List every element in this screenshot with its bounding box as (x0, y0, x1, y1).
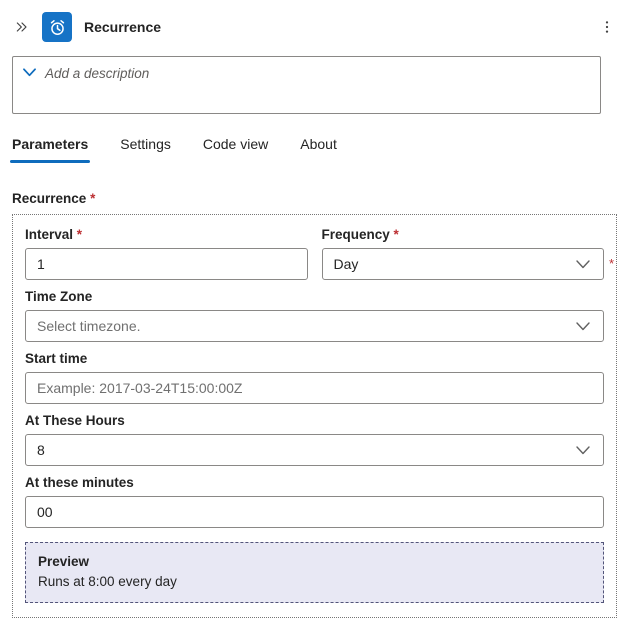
preview-card: Preview Runs at 8:00 every day (25, 542, 604, 603)
required-asterisk: * (394, 227, 399, 242)
tab-parameters[interactable]: Parameters (8, 128, 92, 163)
minutes-input[interactable] (25, 496, 604, 528)
interval-field: Interval * (25, 227, 308, 280)
ellipsis-vertical-icon (599, 19, 615, 35)
timezone-field: Time Zone Select timezone. (25, 289, 604, 342)
alarm-clock-icon (48, 18, 67, 37)
description-box[interactable]: Add a description (12, 56, 601, 114)
timezone-dropdown[interactable]: Select timezone. (25, 310, 604, 342)
tab-settings[interactable]: Settings (116, 128, 175, 163)
chevron-down-icon (576, 322, 590, 331)
preview-text: Runs at 8:00 every day (38, 572, 591, 592)
double-chevron-right-icon (14, 19, 30, 35)
required-asterisk: * (77, 227, 82, 242)
frequency-value: Day (334, 256, 359, 272)
frequency-dropdown[interactable]: Day (322, 248, 605, 280)
description-placeholder: Add a description (45, 65, 149, 81)
required-asterisk: * (90, 191, 95, 206)
frequency-label: Frequency * (322, 227, 605, 242)
recurrence-section-label: Recurrence * (12, 191, 617, 206)
hours-value: 8 (37, 442, 45, 458)
preview-title: Preview (38, 552, 591, 572)
timezone-placeholder: Select timezone. (37, 318, 141, 334)
minutes-field: At these minutes (25, 475, 604, 528)
chevron-down-icon (576, 260, 590, 269)
interval-frequency-row: Interval * Frequency * Day (25, 227, 604, 280)
start-time-field: Start time (25, 351, 604, 404)
required-asterisk: * (609, 256, 614, 271)
frequency-dropdown-wrap: Day * (322, 248, 605, 280)
interval-label: Interval * (25, 227, 308, 242)
action-title: Recurrence (84, 19, 161, 35)
start-time-label: Start time (25, 351, 604, 366)
hours-label: At These Hours (25, 413, 604, 428)
more-menu-button[interactable] (595, 15, 619, 39)
hours-dropdown[interactable]: 8 (25, 434, 604, 466)
frequency-field: Frequency * Day * (322, 227, 605, 280)
tab-bar: Parameters Settings Code view About (8, 128, 629, 163)
timezone-label: Time Zone (25, 289, 604, 304)
interval-input[interactable] (25, 248, 308, 280)
collapse-panel-button[interactable] (10, 15, 34, 39)
recurrence-parameters-card: Interval * Frequency * Day (12, 214, 617, 618)
action-header: Recurrence (0, 0, 629, 50)
hours-field: At These Hours 8 (25, 413, 604, 466)
tab-about[interactable]: About (296, 128, 341, 163)
minutes-label: At these minutes (25, 475, 604, 490)
chevron-down-icon (576, 446, 590, 455)
parameters-panel: Recurrence * Interval * Frequency * Day (12, 191, 617, 618)
recurrence-section-text: Recurrence (12, 191, 86, 206)
chevron-down-icon[interactable] (23, 68, 36, 77)
tab-code-view[interactable]: Code view (199, 128, 272, 163)
start-time-input[interactable] (25, 372, 604, 404)
recurrence-trigger-icon (42, 12, 72, 42)
